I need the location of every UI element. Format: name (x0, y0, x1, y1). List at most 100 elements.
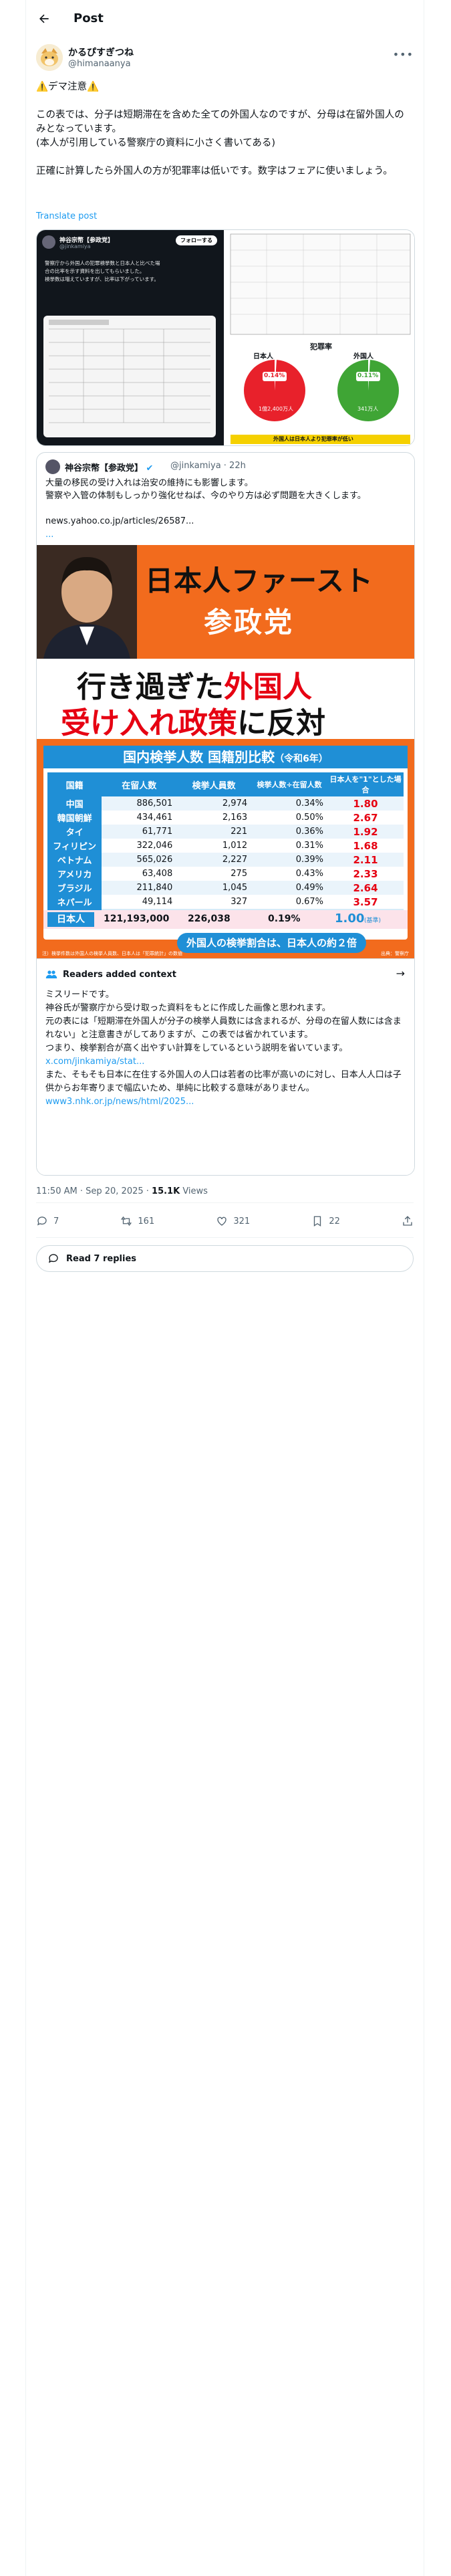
value-cell: 211,840 (136, 883, 173, 893)
headline-part: 受け入れ政策 (61, 706, 237, 740)
notes-link-1[interactable]: x.com/jinkamiya/stat... (45, 1057, 144, 1067)
media-left-text: 警察庁から外国人の犯罪検挙数と日本人と比べた場 合の比率を示す資料を出してもらい… (45, 259, 160, 284)
index-cell: 2.33 (353, 867, 378, 880)
value-cell: 2,974 (222, 798, 248, 809)
notes-link-2[interactable]: www3.nhk.or.jp/news/html/2025... (45, 1097, 194, 1107)
post-meta: 11:50 AM · Sep 20, 2025 · 15.1K Views (36, 1186, 208, 1196)
japanese-label: 日本人 (253, 353, 273, 360)
col-header: 検挙人数÷在留人数 (257, 780, 322, 789)
repost-icon (121, 1216, 132, 1226)
repost-button[interactable]: 161 (120, 1215, 154, 1227)
heart-icon (217, 1216, 227, 1226)
bookmark-count: 22 (329, 1216, 340, 1226)
bookmark-button[interactable]: 22 (311, 1215, 340, 1227)
crime-rate-title: 犯罪率 (310, 342, 332, 351)
avatar[interactable] (36, 44, 63, 71)
japanese-rate: 0.14% (264, 372, 285, 379)
portrait-photo (37, 545, 137, 659)
translate-link[interactable]: Translate post (36, 211, 97, 221)
share-button[interactable] (402, 1215, 414, 1227)
media-left-line: 合の比率を示す資料を出してもらいました。 (45, 268, 145, 274)
show-more-dots[interactable]: ... (45, 530, 53, 540)
poster-title-1: 日本人ファースト (145, 564, 373, 597)
more-options-icon[interactable]: ••• (393, 48, 414, 61)
media-image-left[interactable]: 神谷宗幣【参政党】 @jinkamiya フォローする 警察庁から外国人の犯罪検… (37, 230, 224, 445)
notes-text: ミスリードです。 神谷氏が警察庁から受け取った資料をもとに作成した画像と思われま… (45, 988, 406, 1109)
embedded-table-image (43, 316, 216, 437)
value-cell: 0.31% (295, 841, 324, 851)
reply-button[interactable]: 7 (36, 1215, 59, 1227)
foreign-population: 341万人 (357, 406, 379, 412)
quoted-author-name[interactable]: 神谷宗幣【参政党】 ✔ (65, 461, 153, 473)
value-cell: 221 (231, 827, 248, 837)
headline-part: に反対 (237, 706, 325, 740)
table-row: 中国 886,501 2,974 0.34% 1.80 (47, 796, 404, 811)
post-timestamp[interactable]: 11:50 AM · Sep 20, 2025 · (36, 1186, 152, 1196)
author-name[interactable]: かるぴすぎつね (68, 45, 134, 59)
col-header: 国籍 (65, 780, 84, 791)
table-title-text: 国内検挙人数 国籍別比較 (123, 749, 275, 765)
reply-count: 7 (53, 1216, 59, 1226)
back-arrow-icon[interactable] (37, 12, 51, 25)
index-cell: 3.57 (353, 895, 378, 908)
table-row: 韓国朝鮮 434,461 2,163 0.50% 2.67 (47, 811, 404, 825)
country-cell: タイ (47, 825, 102, 839)
notes-header: Readers added context (45, 968, 176, 980)
arrow-right-icon[interactable]: → (396, 967, 405, 980)
reply-icon (37, 1216, 47, 1226)
col-header: 日本人を"1"とした場合 (329, 775, 402, 794)
index-cell: 2.64 (353, 881, 378, 894)
value-cell: 1,045 (222, 883, 248, 893)
media-image-right[interactable]: 犯罪率 日本人 0.14% 1億2,400万人 外国人 0.11% 341万人 … (227, 230, 414, 445)
read-replies-button[interactable]: Read 7 replies (36, 1245, 414, 1272)
person-portrait-icon (43, 557, 130, 659)
poster-source: 出典：警察庁 (381, 951, 409, 956)
post-media[interactable]: 神谷宗幣【参政党】 @jinkamiya フォローする 警察庁から外国人の犯罪検… (36, 229, 415, 446)
japan-badge: (基準) (364, 918, 382, 924)
country-cell: 中国 (47, 796, 102, 811)
col-header: 検挙人員数 (192, 780, 236, 791)
quoted-body: 大量の移民の受け入れは治安の維持にも影響します。 警察や入管の体制もしっかり強化… (45, 478, 366, 501)
country-cell: ブラジル (47, 881, 102, 895)
share-icon (403, 1216, 412, 1226)
poster-image[interactable]: 日本人ファースト 参政党 行き過ぎた外国人 受け入れ政策に反対 国内検挙人数 国… (37, 545, 414, 958)
index-cell: 2.67 (353, 811, 378, 824)
value-cell: 0.39% (295, 855, 324, 865)
quoted-post[interactable]: 神谷宗幣【参政党】 ✔ @jinkamiya · 22h 大量の移民の受け入れは… (36, 452, 415, 1176)
value-cell: 61,771 (142, 827, 173, 837)
author-handle[interactable]: @himanaanya (68, 59, 131, 69)
table-year: （令和6年） (275, 754, 328, 764)
japan-row-label: 日本人 (47, 912, 94, 927)
table-row: ブラジル 211,840 1,045 0.49% 2.64 (47, 881, 404, 895)
callout-badge: 外国人の検挙割合は、日本人の約２倍 (177, 933, 367, 953)
value-cell: 565,026 (136, 855, 173, 865)
value-cell: 0.50% (295, 813, 324, 823)
action-bar: 7 161 321 22 (36, 1209, 414, 1233)
avatar[interactable] (45, 459, 60, 474)
community-notes[interactable]: Readers added context → ミスリードです。 神谷氏が警察庁… (37, 958, 414, 1175)
bookmark-icon (314, 1216, 321, 1227)
table-row: ネパール 49,114 327 0.67% 3.57 (47, 895, 404, 909)
people-icon (45, 970, 57, 978)
value-cell: 0.34% (295, 798, 324, 809)
repost-count: 161 (138, 1216, 155, 1226)
views-label: Views (180, 1186, 208, 1196)
quoted-author-handle[interactable]: @jinkamiya · 22h (170, 461, 246, 471)
notes-body: ミスリードです。 神谷氏が警察庁から受け取った資料をもとに作成した画像と思われま… (45, 990, 402, 1053)
value-cell: 2,163 (222, 813, 248, 823)
table-row: タイ 61,771 221 0.36% 1.92 (47, 825, 404, 839)
reply-icon (48, 1254, 58, 1263)
japan-arrests: 226,038 (188, 914, 231, 924)
poster-headline-2: 受け入れ政策に反対 (61, 699, 325, 742)
like-button[interactable]: 321 (216, 1215, 250, 1227)
foreign-rate: 0.11% (357, 372, 379, 379)
country-cell: ネパール (47, 895, 102, 909)
poster-footnote: 注）検挙件数は外国人の検挙人員数、日本人は「犯罪統計」の数値 (42, 951, 182, 956)
quoted-text: 大量の移民の受け入れは治安の維持にも影響します。 警察や入管の体制もしっかり強化… (45, 477, 406, 528)
post-text: ⚠️デマ注意⚠️ この表では、分子は短期滞在を含めた全ての外国人なのですが、分母… (36, 82, 404, 177)
divider (36, 1237, 414, 1238)
japan-index: 1.00 (335, 911, 365, 926)
quoted-link[interactable]: news.yahoo.co.jp/articles/26587... (45, 516, 194, 526)
japan-resident: 121,193,000 (104, 914, 170, 924)
value-cell: 0.49% (295, 883, 324, 893)
